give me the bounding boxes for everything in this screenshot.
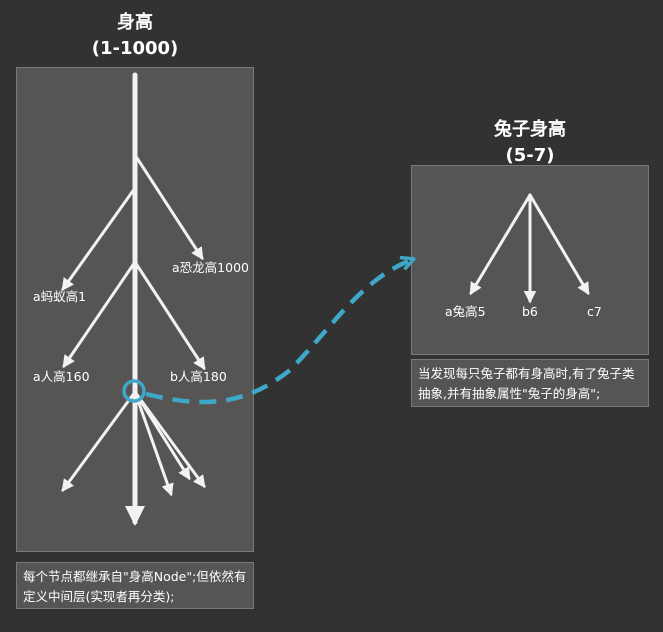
node-label-ant: a蚂蚁高1 <box>33 289 86 304</box>
branch-lower-3 <box>133 390 206 489</box>
branch-human-a <box>62 260 137 369</box>
branch-lower-left <box>61 390 137 493</box>
rabbit-label-b: b6 <box>522 304 538 319</box>
node-label-human-a: a人高160 <box>33 369 90 384</box>
branch-ant <box>61 186 137 292</box>
diagram-canvas: a恐龙高1000 a蚂蚁高1 a人高160 b人高180 a兔高5 b6 c7 <box>33 72 602 526</box>
node-label-dino: a恐龙高1000 <box>172 260 249 275</box>
rabbit-branch-c <box>528 193 590 296</box>
node-label-human-b: b人高180 <box>170 369 227 384</box>
branch-human-b <box>133 260 206 371</box>
rabbit-label-a: a兔高5 <box>445 304 486 319</box>
rabbit-label-c: c7 <box>587 304 602 319</box>
rabbit-branch-a <box>469 193 532 296</box>
branch-dino <box>133 153 204 261</box>
